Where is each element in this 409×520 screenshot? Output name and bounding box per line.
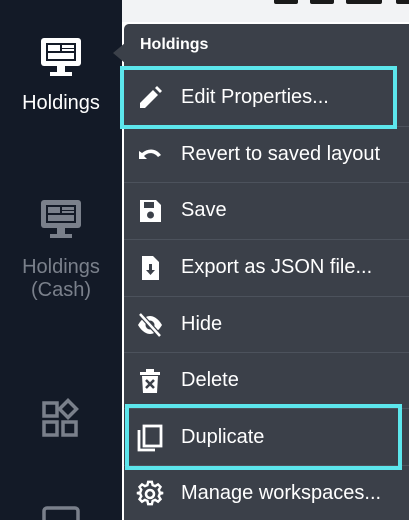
rail-item-monitor[interactable] — [0, 502, 122, 520]
floppy-disk-icon — [140, 200, 161, 222]
menu-item-hide[interactable]: Hide — [124, 297, 409, 353]
menu-label-manage-workspaces: Manage workspaces... — [181, 482, 382, 504]
left-nav-rail: Holdings Holdings (Cash) — [0, 0, 122, 520]
top-toolbar-strip — [122, 0, 409, 22]
monitor-icon — [42, 506, 80, 520]
toolbar-icons-clipped — [274, 0, 409, 4]
menu-label-export-json: Export as JSON file... — [181, 256, 373, 278]
rail-label-holdings-cash: Holdings (Cash) — [22, 256, 100, 301]
rail-item-holdings-cash[interactable]: Holdings (Cash) — [0, 198, 122, 302]
menu-item-save[interactable]: Save — [124, 183, 409, 239]
menu-label-duplicate: Duplicate — [181, 426, 265, 448]
menu-label-save: Save — [181, 199, 227, 221]
rail-label-holdings: Holdings — [22, 92, 100, 114]
rail-item-widgets[interactable] — [0, 398, 122, 440]
menu-divider — [124, 408, 409, 409]
menu-item-manage-workspaces[interactable]: Manage workspaces... — [124, 466, 409, 520]
menu-item-revert-layout[interactable]: Revert to saved layout — [124, 127, 409, 183]
monitor-dashboard-icon — [41, 38, 81, 76]
monitor-dashboard-icon — [41, 200, 81, 238]
menu-item-export-json[interactable]: Export as JSON file... — [124, 240, 409, 296]
menu-header: Holdings — [140, 36, 209, 53]
menu-label-delete: Delete — [181, 369, 239, 391]
eye-off-icon — [138, 312, 162, 338]
rail-item-holdings[interactable]: Holdings — [0, 36, 122, 115]
trash-icon — [140, 369, 160, 393]
gear-icon — [136, 480, 164, 506]
menu-label-edit-properties: Edit Properties... — [181, 86, 329, 108]
file-download-icon — [142, 256, 159, 280]
menu-item-edit-properties[interactable]: Edit Properties... — [124, 70, 409, 126]
widgets-icon — [42, 398, 79, 437]
screen: Holdings Holdings (Cash) Holdings Edit P… — [0, 0, 409, 520]
menu-item-delete[interactable]: Delete — [124, 353, 409, 409]
menu-label-revert-layout: Revert to saved layout — [181, 143, 380, 165]
menu-item-duplicate[interactable]: Duplicate — [124, 410, 409, 466]
menu-label-hide: Hide — [181, 313, 223, 335]
copy-icon — [137, 424, 163, 452]
undo-icon — [139, 149, 161, 159]
pencil-icon — [140, 86, 162, 108]
